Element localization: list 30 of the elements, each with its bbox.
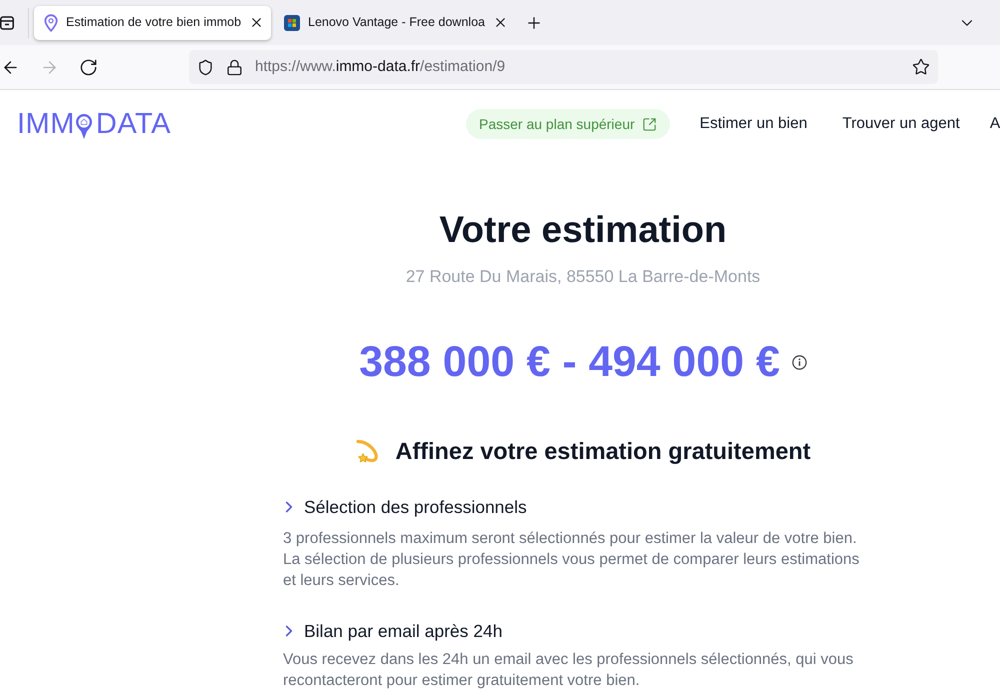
browser-tab[interactable]: Estimation de votre bien immob: [34, 6, 271, 40]
tab-title: Estimation de votre bien immob: [66, 14, 242, 32]
logo-text: DATA: [96, 107, 171, 141]
external-link-icon: [642, 116, 657, 132]
nav-link[interactable]: Estimer un bien: [700, 112, 808, 136]
bookmark-star-icon[interactable]: [912, 58, 930, 76]
map-pin-icon: [44, 14, 58, 32]
logo-pin-icon: [74, 113, 93, 140]
logo-text: IMM: [17, 107, 75, 141]
url-text: https://www.immo-data.fr/estimation/9: [255, 56, 506, 77]
browser-tab[interactable]: Lenovo Vantage - Free downloa: [274, 6, 511, 40]
shield-icon[interactable]: [197, 58, 214, 76]
box-icon[interactable]: [0, 14, 14, 30]
lock-icon[interactable]: [226, 58, 243, 76]
feature-description: Vous recevez dans les 24h un email avec les professionnels sélectionnés, qui vous recontacteront pour estimer gratuitement votre bien.: [283, 650, 854, 691]
address-bar[interactable]: https://www.immo-data.fr/estimation/9: [189, 50, 938, 84]
feature-title: Sélection des professionnels: [304, 496, 527, 519]
app-tile-icon: [284, 14, 300, 30]
nav-link[interactable]: A: [990, 112, 1000, 136]
info-icon[interactable]: [792, 354, 807, 370]
reload-icon[interactable]: [79, 58, 98, 76]
price-range: 388 000 € - 494 000 €: [359, 338, 780, 386]
tab-title: Lenovo Vantage - Free downloa: [308, 14, 485, 32]
section-heading: Affinez votre estimation gratuitement: [395, 437, 811, 466]
page-title: Votre estimation: [438, 208, 728, 252]
upgrade-button[interactable]: Passer au plan supérieur: [466, 109, 670, 139]
address-text: 27 Route Du Marais, 85550 La Barre-de-Monts: [404, 266, 762, 288]
nav-link[interactable]: Trouver un agent: [842, 112, 960, 136]
feature-title: Bilan par email après 24h: [304, 620, 502, 643]
feature-description: 3 professionnels maximum seront sélectionnés pour estimer la valeur de votre bien. La sélection de plusieurs professionnels vous permet de comparer leurs estimations et leurs services.: [283, 529, 860, 591]
